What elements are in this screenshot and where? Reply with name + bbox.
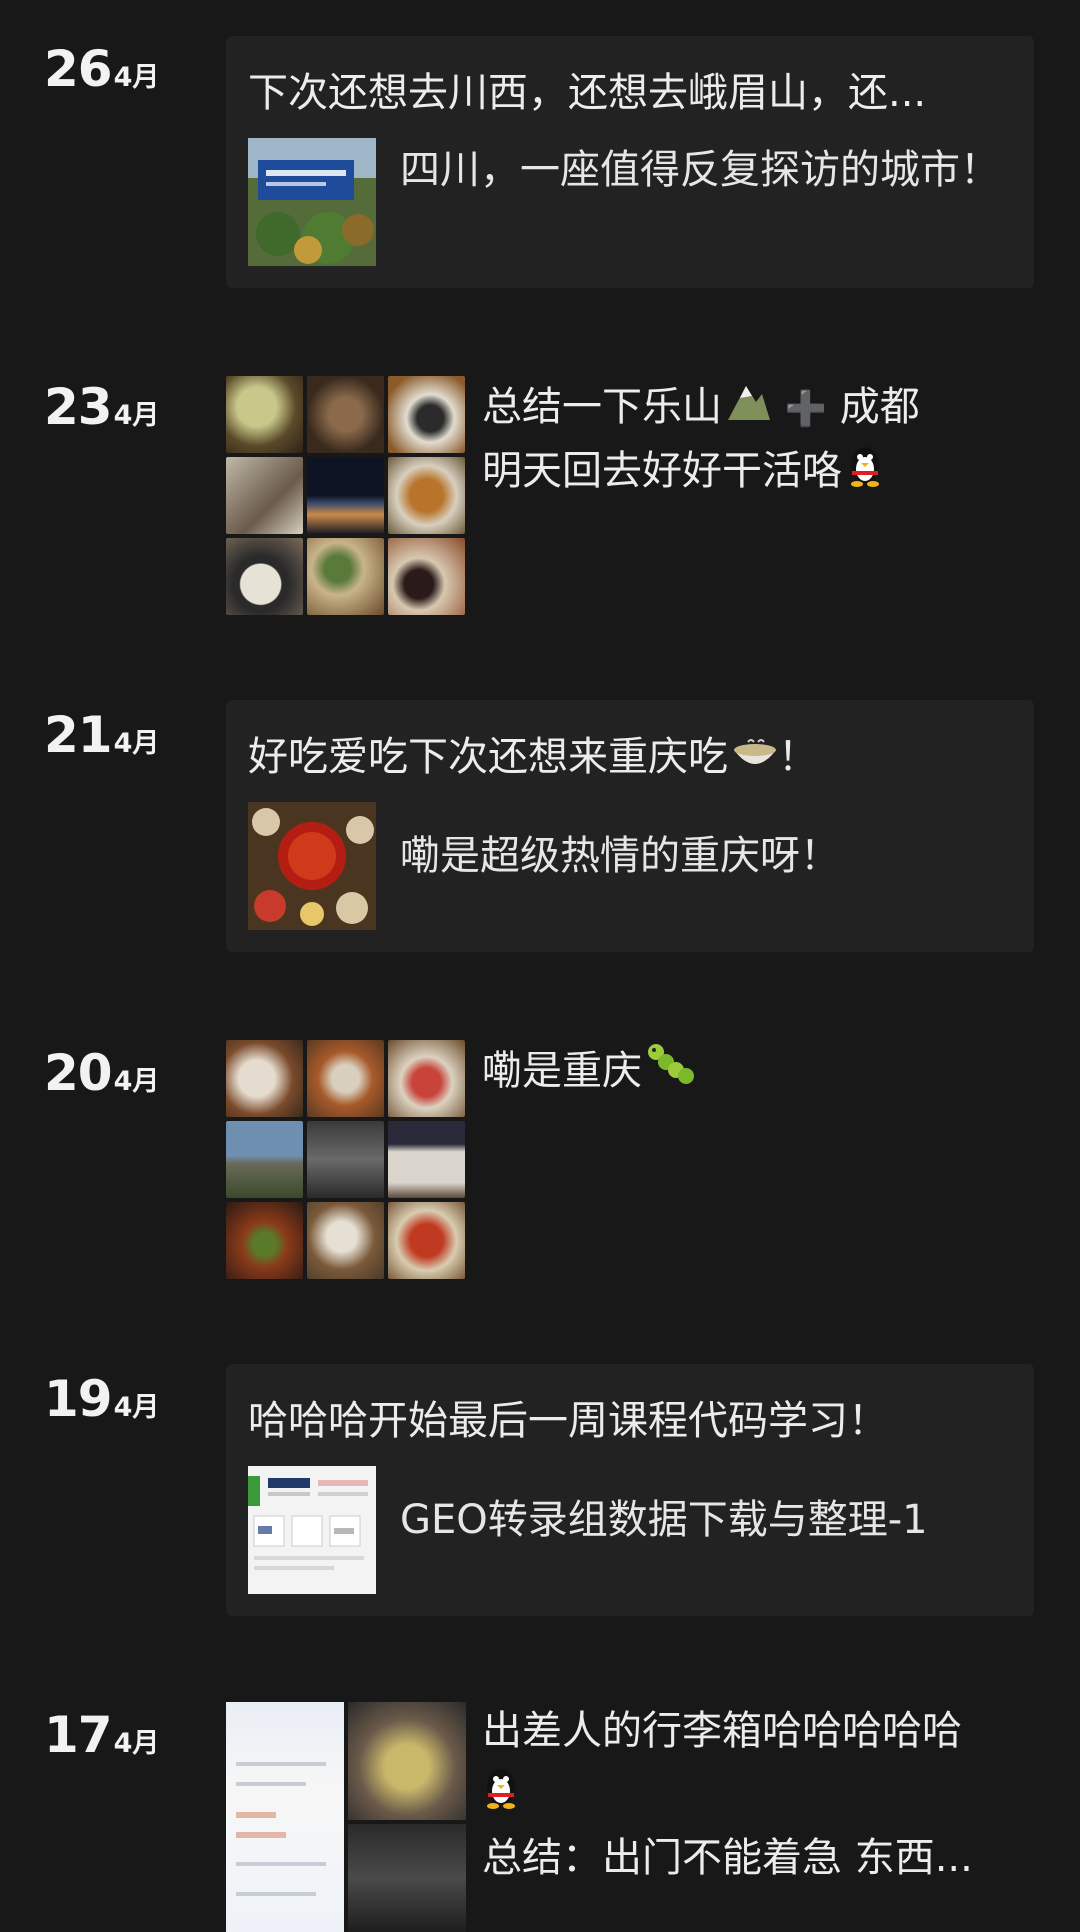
post-text: 嘞是重庆 bbox=[482, 1040, 1044, 1104]
photo[interactable] bbox=[307, 1121, 384, 1198]
photo[interactable] bbox=[307, 376, 384, 453]
date-day: 26 bbox=[44, 40, 113, 98]
bowl-icon bbox=[732, 736, 778, 782]
caterpillar-icon bbox=[646, 1042, 696, 1104]
post-text-line: 总结：出门不能着急 东西... bbox=[482, 1835, 973, 1881]
date-month: 4月 bbox=[113, 1728, 160, 1759]
post-date: 194月 bbox=[44, 1370, 159, 1428]
post-card[interactable]: 哈哈哈开始最后一周课程代码学习！ GEO转录组数据下载与整理-1 bbox=[226, 1364, 1034, 1616]
date-month: 4月 bbox=[113, 1392, 160, 1423]
date-month: 4月 bbox=[113, 728, 160, 759]
post-text-line: 嘞是重庆 bbox=[482, 1048, 642, 1094]
post-title: 下次还想去川西，还想去峨眉山，还... bbox=[248, 70, 927, 116]
post-title-end: ！ bbox=[778, 734, 818, 780]
post-thumbnail[interactable] bbox=[248, 138, 376, 266]
photo-collage[interactable] bbox=[226, 1702, 466, 1932]
photo[interactable] bbox=[348, 1824, 466, 1932]
post-text-line: 明天回去好好干活咯 bbox=[482, 448, 842, 494]
photo[interactable] bbox=[388, 1040, 465, 1117]
date-day: 23 bbox=[44, 378, 113, 436]
post-date: 214月 bbox=[44, 706, 159, 764]
post-thumbnail[interactable] bbox=[248, 1466, 376, 1594]
photo[interactable] bbox=[388, 1202, 465, 1279]
photo[interactable] bbox=[388, 457, 465, 534]
post-card[interactable]: 好吃爱吃下次还想来重庆吃 ！ 嘞是超级热情的重庆呀！ bbox=[226, 700, 1034, 952]
post-card[interactable]: 下次还想去川西，还想去峨眉山，还... 四川，一座值得反复探访的城市！ bbox=[226, 36, 1034, 288]
post-text: 出差人的行李箱哈哈哈哈哈 总结：出门不能着急 东西... bbox=[482, 1700, 1044, 1889]
post-link-desc: 四川，一座值得反复探访的城市！ bbox=[400, 147, 1000, 193]
photo[interactable] bbox=[388, 538, 465, 615]
date-day: 20 bbox=[44, 1044, 113, 1102]
photo[interactable] bbox=[226, 1040, 303, 1117]
date-month: 4月 bbox=[113, 400, 160, 431]
date-day: 21 bbox=[44, 706, 113, 764]
photo[interactable] bbox=[226, 1702, 344, 1932]
post-date: 174月 bbox=[44, 1706, 159, 1764]
photo[interactable] bbox=[307, 457, 384, 534]
date-month: 4月 bbox=[113, 62, 160, 93]
photo[interactable] bbox=[226, 1202, 303, 1279]
mountain-icon bbox=[726, 378, 772, 440]
photo[interactable] bbox=[226, 457, 303, 534]
date-day: 19 bbox=[44, 1370, 113, 1428]
photo[interactable] bbox=[307, 538, 384, 615]
photo[interactable] bbox=[388, 1121, 465, 1198]
post-link-desc: GEO转录组数据下载与整理-1 bbox=[400, 1497, 928, 1543]
photo[interactable] bbox=[307, 1202, 384, 1279]
date-day: 17 bbox=[44, 1706, 113, 1764]
photo[interactable] bbox=[388, 376, 465, 453]
photo[interactable] bbox=[226, 376, 303, 453]
plus-icon: ➕ bbox=[784, 389, 828, 429]
post-title: 好吃爱吃下次还想来重庆吃 ！ bbox=[248, 724, 1012, 782]
photo[interactable] bbox=[307, 1040, 384, 1117]
penguin-icon bbox=[846, 441, 884, 505]
photo-grid[interactable] bbox=[226, 376, 466, 615]
post-date: 234月 bbox=[44, 378, 159, 436]
post-text: 总结一下乐山 ➕ 成都 明天回去好好干活咯 bbox=[482, 376, 1044, 505]
post-text-line: 出差人的行李箱哈哈哈哈哈 bbox=[482, 1708, 962, 1754]
photo[interactable] bbox=[226, 538, 303, 615]
post-thumbnail[interactable] bbox=[248, 802, 376, 930]
post-title-text: 好吃爱吃下次还想来重庆吃 bbox=[248, 734, 728, 780]
post-text-line: 成都 bbox=[839, 384, 920, 430]
date-month: 4月 bbox=[113, 1066, 160, 1097]
post-title: 哈哈哈开始最后一周课程代码学习！ bbox=[248, 1398, 888, 1444]
post-text-line: 总结一下乐山 bbox=[482, 384, 722, 430]
post-date: 264月 bbox=[44, 40, 159, 98]
penguin-icon bbox=[482, 1763, 520, 1827]
photo[interactable] bbox=[348, 1702, 466, 1820]
post-date: 204月 bbox=[44, 1044, 159, 1102]
photo-grid[interactable] bbox=[226, 1040, 466, 1279]
photo[interactable] bbox=[226, 1121, 303, 1198]
post-link-desc: 嘞是超级热情的重庆呀！ bbox=[400, 833, 840, 879]
